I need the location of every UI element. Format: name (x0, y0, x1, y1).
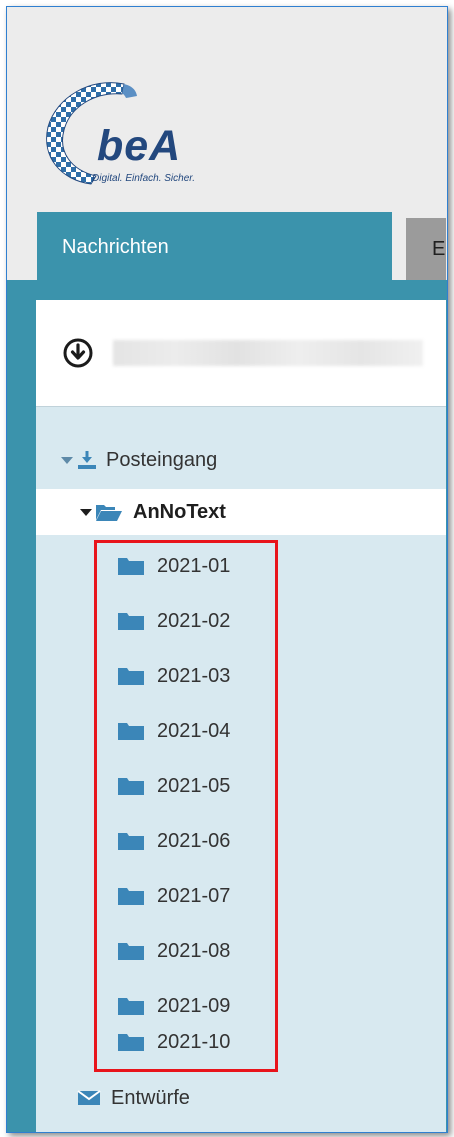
highlight-box (94, 540, 278, 1072)
tab-second[interactable]: E (406, 218, 446, 280)
tab-nachrichten[interactable]: Nachrichten (37, 212, 392, 280)
caret-down-icon[interactable] (79, 506, 93, 518)
tree-item-label: Entwürfe (111, 1086, 190, 1109)
logo-text: beA (97, 122, 182, 170)
tree-item-posteingang[interactable]: Posteingang (60, 440, 217, 480)
account-name-redacted (113, 340, 423, 366)
logo-tagline: Digital. Einfach. Sicher. (92, 173, 196, 184)
tree-item-entwuerfe[interactable]: Entwürfe (77, 1078, 190, 1118)
download-circle-icon[interactable] (63, 338, 93, 368)
tree-item-annotext[interactable]: AnNoText (36, 489, 446, 535)
folder-open-icon (96, 505, 122, 521)
tree-item-label: AnNoText (133, 500, 226, 523)
tree-item-label: Posteingang (106, 448, 218, 471)
envelope-icon (77, 1090, 101, 1105)
inbox-download-icon (78, 451, 96, 469)
caret-down-icon[interactable] (60, 454, 74, 466)
